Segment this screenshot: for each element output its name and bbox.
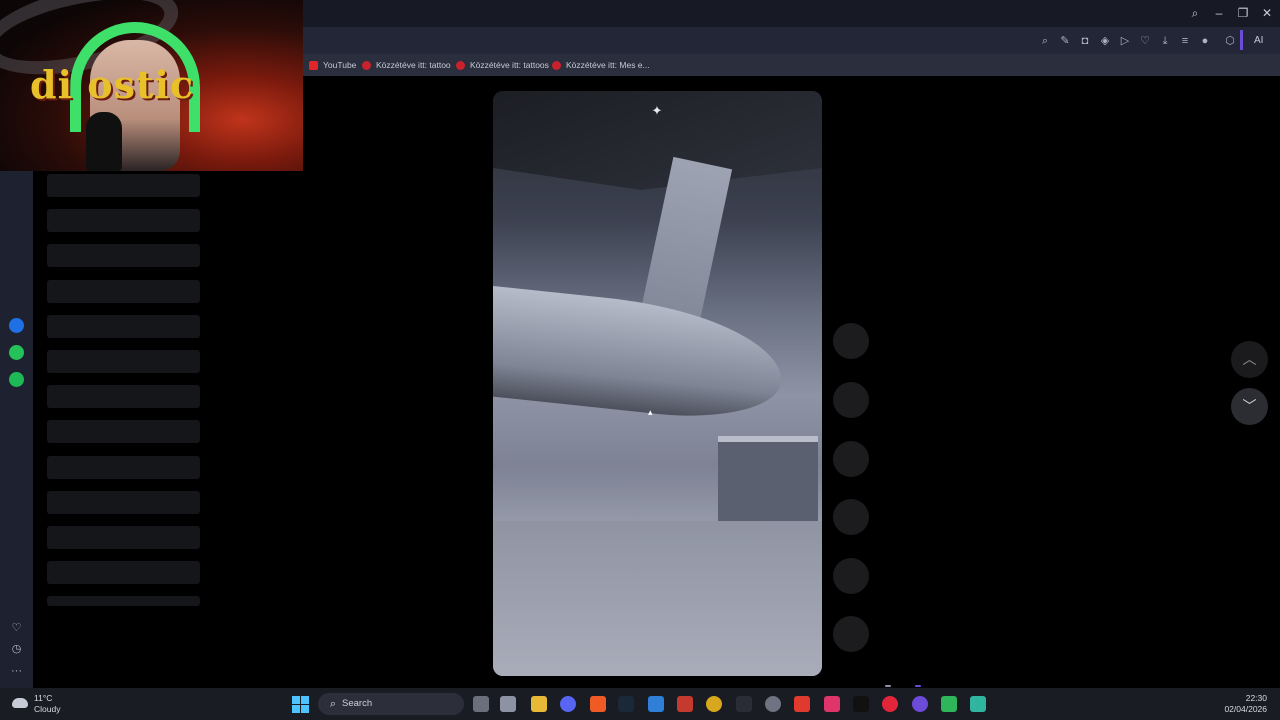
- spotify-icon[interactable]: [9, 372, 24, 387]
- weather-temp[interactable]: 11°C: [34, 693, 52, 703]
- bookmark-label: Közzétéve itt: tattoos: [470, 60, 549, 70]
- like-button[interactable]: [833, 323, 869, 359]
- windows-start-icon[interactable]: [292, 696, 309, 713]
- dislike-button[interactable]: [833, 382, 869, 418]
- app-beta-icon[interactable]: [970, 696, 986, 712]
- bookmark-mes[interactable]: Közzétéve itt: Mes e...: [552, 57, 650, 73]
- whatsapp-icon[interactable]: [9, 345, 24, 360]
- search-icon[interactable]: ⌕: [1185, 5, 1205, 21]
- remix-button[interactable]: [833, 558, 869, 594]
- bookmark-label: Közzétéve itt: Mes e...: [566, 60, 650, 70]
- play-icon[interactable]: ▷: [1117, 33, 1133, 49]
- channel-logo-text: di ostic: [30, 62, 195, 107]
- loading-list: [47, 174, 200, 618]
- steam-icon[interactable]: [618, 696, 634, 712]
- skeleton-row: [47, 279, 200, 303]
- video-player[interactable]: ✦ ▴: [493, 91, 822, 676]
- wps-icon[interactable]: [794, 696, 810, 712]
- skeleton-row: [47, 596, 200, 607]
- tiktok-icon[interactable]: [853, 696, 869, 712]
- minimize-button[interactable]: –: [1209, 5, 1229, 21]
- clock-time[interactable]: 22:30: [1246, 693, 1267, 703]
- webcam-overlay: di ostic: [0, 0, 303, 171]
- weather-desc[interactable]: Cloudy: [34, 704, 60, 714]
- zoom-icon[interactable]: ⌕: [1037, 33, 1053, 49]
- skeleton-row: [47, 561, 200, 585]
- heart-icon[interactable]: ♡: [9, 621, 24, 636]
- skeleton-row: [47, 174, 200, 197]
- download-icon[interactable]: ⤓: [1157, 33, 1173, 49]
- youtube-icon: [309, 60, 318, 70]
- ai-button[interactable]: AI: [1254, 32, 1276, 50]
- profile-icon[interactable]: ●: [1197, 33, 1213, 49]
- skeleton-row: [47, 385, 200, 409]
- more-button[interactable]: [833, 616, 869, 652]
- store-icon[interactable]: [648, 696, 664, 712]
- opera-icon[interactable]: [882, 696, 898, 712]
- edit-icon[interactable]: ✎: [1057, 33, 1073, 49]
- video-frame-floor: [493, 521, 822, 676]
- bookmark-label: Közzétéve itt: tattoo: [376, 60, 451, 70]
- discord-icon[interactable]: [560, 696, 576, 712]
- microphone: [86, 112, 122, 171]
- browser-window: ⌕ – ❐ ✕ ⌕ ✎ ◘ ◈ ▷ ♡ ⤓ ≡ ● ⬡ AI YouTube K…: [0, 0, 1280, 720]
- accent-bar: [1240, 30, 1243, 50]
- next-video-button[interactable]: ﹀: [1231, 388, 1268, 425]
- bookmark-label: YouTube: [323, 60, 357, 70]
- video-frame-structure: [718, 436, 818, 526]
- cloud-icon[interactable]: [12, 698, 28, 708]
- chatgpt-icon[interactable]: [765, 696, 781, 712]
- previous-video-button[interactable]: ︿: [1231, 341, 1268, 378]
- skeleton-row: [47, 420, 200, 444]
- pinterest-icon: [456, 60, 465, 70]
- extensions-icon[interactable]: ⬡: [1222, 33, 1238, 49]
- restore-button[interactable]: ❐: [1233, 5, 1253, 21]
- skeleton-row: [47, 490, 200, 514]
- camera-icon[interactable]: ◘: [1077, 33, 1093, 49]
- bookmark-tattoos[interactable]: Közzétéve itt: tattoos: [456, 57, 549, 73]
- taskbar: 11°C Cloudy ⌕ Search 22:30 02/04/2026: [0, 688, 1280, 720]
- taskbar-search[interactable]: ⌕ Search: [318, 693, 464, 715]
- app-icon[interactable]: [736, 696, 752, 712]
- skeleton-row: [47, 525, 200, 549]
- search-label: Search: [342, 698, 373, 709]
- app-icon[interactable]: [500, 696, 516, 712]
- app-beta-icon[interactable]: [941, 696, 957, 712]
- task-view-icon[interactable]: [473, 696, 489, 712]
- active-indicator: [915, 685, 921, 687]
- bookmark-youtube[interactable]: YouTube: [309, 57, 356, 73]
- heart-icon[interactable]: ♡: [1137, 33, 1153, 49]
- skeleton-row: [47, 209, 200, 233]
- share-button[interactable]: [833, 499, 869, 535]
- video-frame-wing: [493, 285, 788, 427]
- skeleton-row: [47, 455, 200, 479]
- active-indicator: [885, 685, 891, 687]
- search-icon: ⌕: [329, 698, 337, 710]
- more-icon[interactable]: ···: [9, 664, 24, 679]
- sparkle-icon[interactable]: ✦: [650, 104, 664, 118]
- cursor-icon: ▴: [648, 407, 653, 417]
- shield-icon[interactable]: ◈: [1097, 33, 1113, 49]
- comment-button[interactable]: [833, 441, 869, 477]
- pinterest-icon: [552, 60, 561, 70]
- close-button[interactable]: ✕: [1257, 5, 1277, 21]
- tf-icon[interactable]: [677, 696, 693, 712]
- history-icon[interactable]: ◷: [9, 642, 24, 657]
- coin-icon[interactable]: [706, 696, 722, 712]
- skeleton-row: [47, 314, 200, 338]
- clock-date[interactable]: 02/04/2026: [1224, 704, 1267, 714]
- menu-icon[interactable]: ≡: [1177, 33, 1193, 49]
- messenger-icon[interactable]: [9, 318, 24, 333]
- brave-icon[interactable]: [590, 696, 606, 712]
- tiktok-studio-icon[interactable]: [824, 696, 840, 712]
- opera-gx-icon[interactable]: [912, 696, 928, 712]
- skeleton-row: [47, 244, 200, 268]
- bookmark-tattoo[interactable]: Közzétéve itt: tattoo: [362, 57, 451, 73]
- file-explorer-icon[interactable]: [531, 696, 547, 712]
- pinterest-icon: [362, 60, 371, 70]
- skeleton-row: [47, 349, 200, 373]
